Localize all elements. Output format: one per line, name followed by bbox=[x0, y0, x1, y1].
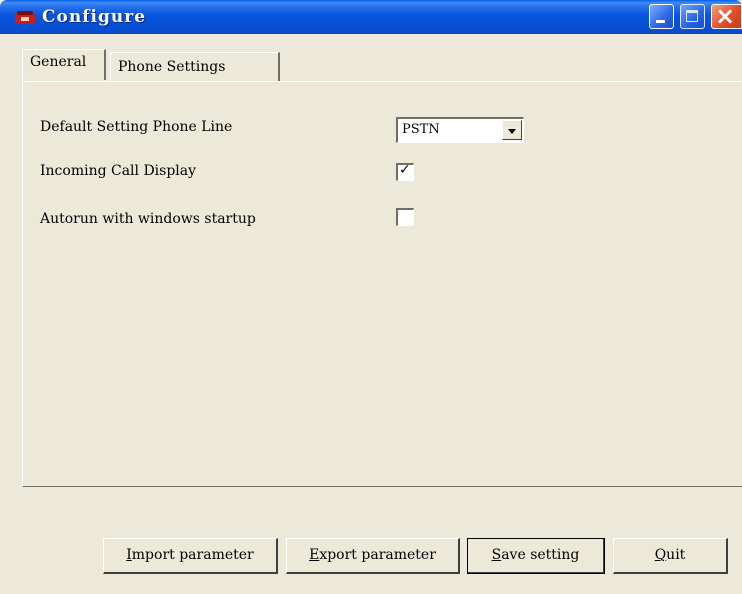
title-bar[interactable]: Configure × bbox=[0, 0, 742, 34]
window-title: Configure bbox=[42, 7, 147, 27]
close-button[interactable]: × bbox=[711, 2, 742, 30]
phone-line-label: Default Setting Phone Line bbox=[40, 119, 233, 135]
general-panel bbox=[22, 81, 742, 487]
incoming-call-label: Incoming Call Display bbox=[40, 163, 197, 179]
incoming-call-checkbox[interactable]: ✓ bbox=[396, 162, 414, 181]
minimize-button[interactable] bbox=[649, 4, 674, 29]
save-setting-button[interactable]: Save setting bbox=[467, 538, 605, 574]
minimize-icon bbox=[656, 20, 665, 23]
import-parameter-button[interactable]: Import parameter bbox=[103, 538, 278, 574]
checkmark-icon: ✓ bbox=[399, 162, 411, 178]
maximize-icon bbox=[686, 10, 698, 22]
phone-line-value: PSTN bbox=[402, 122, 440, 137]
tab-phone-settings[interactable]: Phone Settings bbox=[110, 52, 280, 82]
export-parameter-button[interactable]: Export parameter bbox=[286, 538, 460, 574]
chevron-down-icon bbox=[508, 129, 516, 134]
autorun-checkbox[interactable] bbox=[396, 208, 414, 226]
configure-window: Configure × General Phone Settings Defau… bbox=[0, 0, 742, 594]
close-icon: × bbox=[715, 2, 736, 30]
autorun-label: Autorun with windows startup bbox=[40, 211, 256, 227]
tab-general[interactable]: General bbox=[22, 49, 106, 80]
phone-line-select[interactable]: PSTN bbox=[396, 117, 524, 143]
maximize-button[interactable] bbox=[680, 4, 705, 29]
dropdown-button[interactable] bbox=[502, 120, 522, 140]
phone-icon bbox=[15, 11, 35, 24]
quit-button[interactable]: Quit bbox=[613, 538, 728, 574]
